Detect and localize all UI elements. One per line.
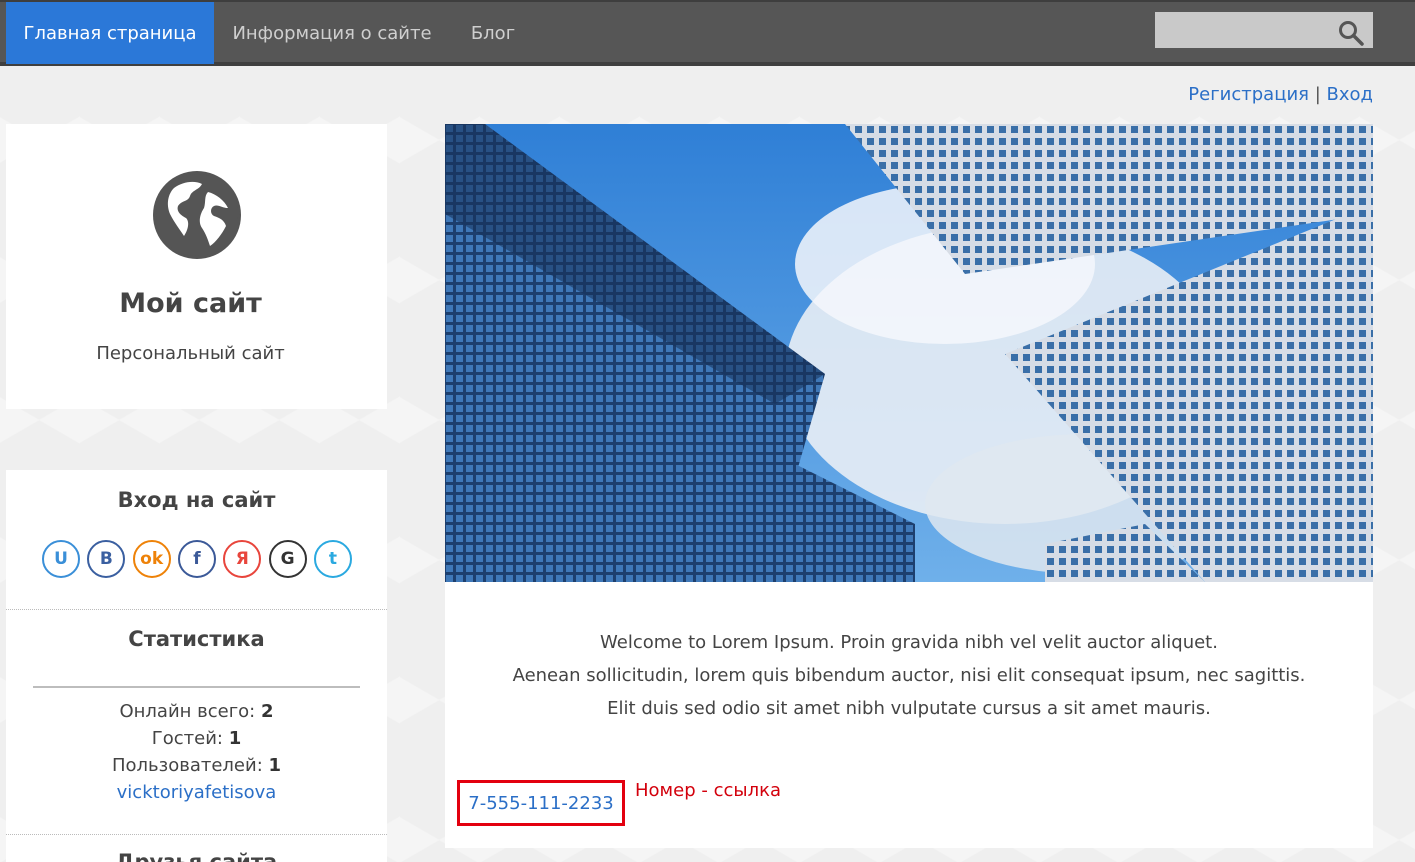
login-link[interactable]: Вход [1327,84,1373,105]
search-icon[interactable] [1338,20,1364,46]
stats-heading: Статистика [128,627,265,651]
vk-icon[interactable]: B [87,540,126,578]
nav-home[interactable]: Главная страница [6,2,214,64]
welcome-line-1: Welcome to Lorem Ipsum. Proin gravida ni… [600,632,1218,653]
welcome-text: Welcome to Lorem Ipsum. Proin gravida ni… [445,626,1373,725]
yandex-icon[interactable]: Я [223,540,262,578]
phone-link[interactable]: 7-555-111-2233 [468,793,613,814]
phone-note: Номер - ссылка [635,780,781,801]
social-login-row: U Bok f Я Gt [42,540,352,580]
stat-users: Пользователей: 1 [111,755,282,776]
register-link[interactable]: Регистрация [1188,84,1309,105]
stat-guests: Гостей: 1 [151,728,242,749]
auth-separator: | [1314,84,1321,105]
ucoz-icon[interactable]: U [42,540,80,578]
phone-highlight-box: 7-555-111-2233 [457,780,625,826]
globe-icon [153,171,241,259]
login-heading: Вход на сайт [117,488,276,512]
auth-links: Регистрация | Вход [1188,84,1373,105]
welcome-line-3: Elit duis sed odio sit amet nibh vulputa… [607,698,1211,719]
nav-blog[interactable]: Блог [450,2,536,64]
main-content: Welcome to Lorem Ipsum. Proin gravida ni… [445,124,1373,848]
login-panel: Вход на сайт U Bok f Я Gt Статистика Онлайн … [6,470,387,862]
divider [6,834,387,835]
search-input[interactable] [1155,12,1335,48]
odnoklassniki-icon[interactable]: ok [132,540,171,578]
stats-divider [33,686,360,688]
user-link[interactable]: vicktoriyafetisova [117,782,277,803]
nav-info[interactable]: Информация о сайте [214,2,450,64]
divider [6,609,387,610]
twitter-icon[interactable]: t [313,540,352,578]
site-info-panel [6,124,387,409]
facebook-icon[interactable]: f [177,540,216,578]
welcome-line-2: Aenean sollicitudin, lorem quis bibendum… [512,665,1306,686]
friends-heading: Друзья сайта [115,850,278,862]
site-title: Мой сайт [119,288,262,319]
hero-image [445,124,1373,582]
stats-block: Онлайн всего: 2 Гостей: 1 Пользователей:… [6,698,387,806]
google-icon[interactable]: G [268,540,307,578]
stat-online: Онлайн всего: 2 [119,701,274,722]
site-subtitle: Персональный сайт [96,343,285,364]
